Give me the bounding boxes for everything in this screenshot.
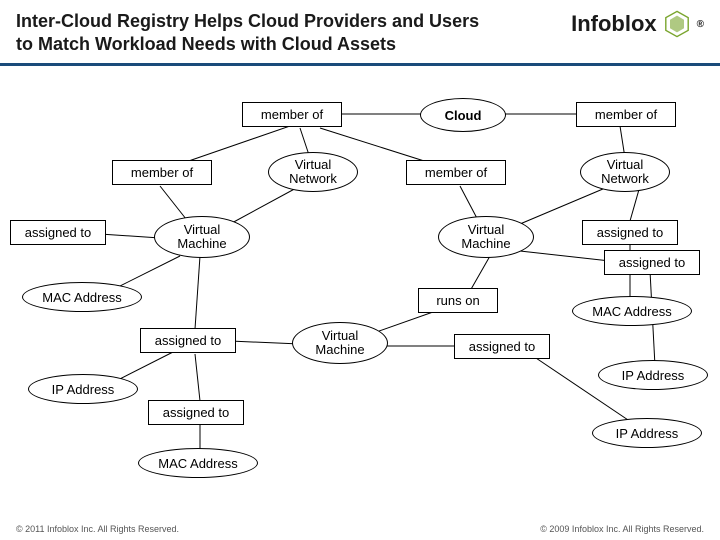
label-member-of: member of [242, 102, 342, 127]
label-assigned-to: assigned to [582, 220, 678, 245]
registered-mark: ® [697, 19, 704, 30]
node-ip-address: IP Address [592, 418, 702, 448]
logo-text: Infoblox [571, 11, 657, 37]
label-member-of: member of [406, 160, 506, 185]
node-mac-address: MAC Address [572, 296, 692, 326]
node-ip-address: IP Address [28, 374, 138, 404]
node-virtual-network: Virtual Network [268, 152, 358, 192]
node-virtual-machine: Virtual Machine [154, 216, 250, 258]
footer-copyright-left: © 2011 Infoblox Inc. All Rights Reserved… [16, 524, 179, 534]
slide-header: Inter-Cloud Registry Helps Cloud Provide… [0, 0, 720, 66]
node-virtual-network: Virtual Network [580, 152, 670, 192]
node-cloud: Cloud [420, 98, 506, 132]
node-mac-address: MAC Address [22, 282, 142, 312]
node-mac-address: MAC Address [138, 448, 258, 478]
label-assigned-to: assigned to [454, 334, 550, 359]
brand-logo: Infoblox ® [571, 10, 704, 38]
node-virtual-machine: Virtual Machine [292, 322, 388, 364]
label-assigned-to: assigned to [604, 250, 700, 275]
label-assigned-to: assigned to [10, 220, 106, 245]
node-ip-address: IP Address [598, 360, 708, 390]
logo-icon [663, 10, 691, 38]
node-virtual-machine: Virtual Machine [438, 216, 534, 258]
label-runs-on: runs on [418, 288, 498, 313]
label-assigned-to: assigned to [148, 400, 244, 425]
slide-title: Inter-Cloud Registry Helps Cloud Provide… [16, 10, 496, 55]
diagram-canvas: member of Cloud member of member of Virt… [0, 66, 720, 506]
footer-copyright-right: © 2009 Infoblox Inc. All Rights Reserved… [540, 524, 704, 534]
label-member-of: member of [112, 160, 212, 185]
label-member-of: member of [576, 102, 676, 127]
label-assigned-to: assigned to [140, 328, 236, 353]
